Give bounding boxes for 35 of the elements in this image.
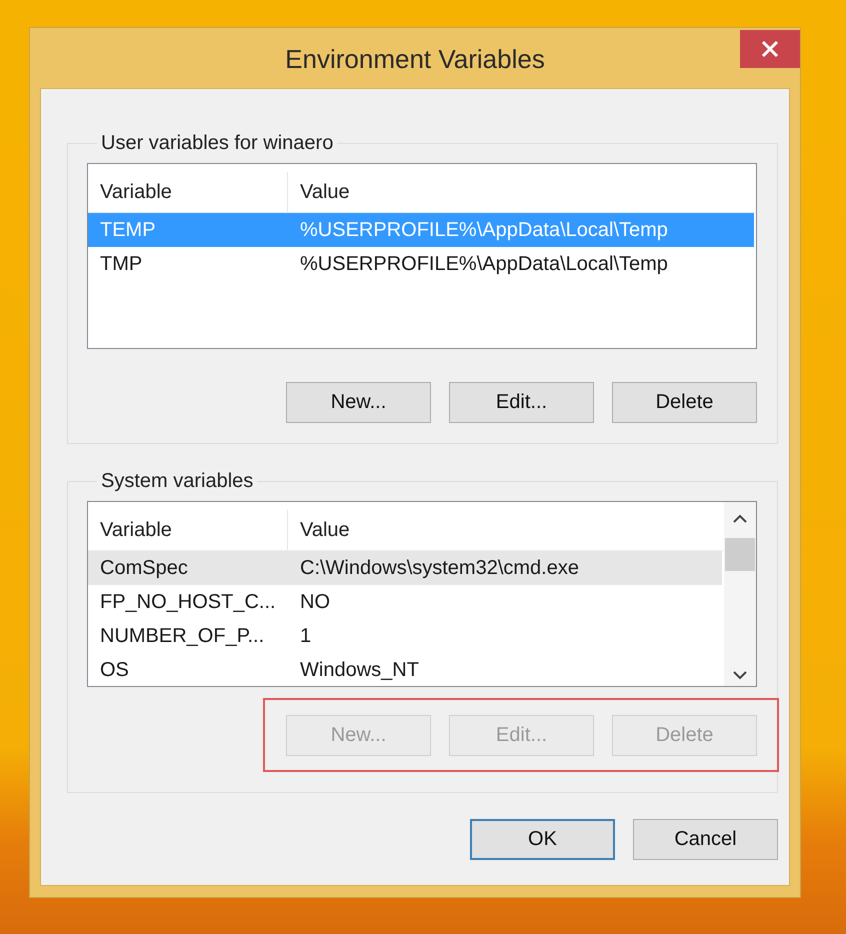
scroll-down-icon[interactable] [732, 670, 748, 680]
close-button[interactable] [740, 30, 800, 68]
variable-name: ComSpec [99, 556, 189, 580]
variable-name: TMP [99, 252, 144, 276]
action-button[interactable]: Edit... [449, 382, 594, 423]
variable-row[interactable]: OS Windows_NT [88, 653, 722, 687]
variable-name: OS [99, 658, 130, 682]
column-header[interactable]: Value [288, 510, 350, 550]
dialog-button[interactable]: Cancel [633, 819, 778, 860]
window-title: Environment Variables [285, 42, 545, 74]
variable-value: NO [299, 590, 330, 614]
dialog-button[interactable]: OK [470, 819, 615, 860]
scrollbar[interactable] [724, 502, 756, 686]
column-header[interactable]: Value [288, 172, 350, 212]
variable-name: TEMP [99, 218, 157, 242]
variable-value: 1 [299, 624, 312, 648]
variable-row[interactable]: ComSpec C:\Windows\system32\cmd.exe [88, 551, 722, 585]
group-title: User variables for winaero [100, 132, 334, 155]
variable-name: NUMBER_OF_P... [99, 624, 266, 648]
variable-row[interactable]: FP_NO_HOST_C... NO [88, 585, 722, 619]
variable-value: %USERPROFILE%\AppData\Local\Temp [299, 252, 668, 276]
scroll-up-icon[interactable] [732, 514, 748, 524]
variable-value: %USERPROFILE%\AppData\Local\Temp [299, 218, 668, 242]
variable-value: C:\Windows\system32\cmd.exe [299, 556, 579, 580]
close-icon [761, 40, 779, 58]
group-title: System variables [100, 470, 254, 493]
variable-row[interactable]: NUMBER_OF_P... 1 [88, 619, 722, 653]
scroll-thumb[interactable] [725, 538, 755, 571]
variable-name: FP_NO_HOST_C... [99, 590, 277, 614]
action-button[interactable]: Delete [612, 382, 757, 423]
action-button[interactable]: New... [286, 382, 431, 423]
column-header[interactable]: Variable [88, 172, 288, 212]
variable-row[interactable]: TMP %USERPROFILE%\AppData\Local\Temp [88, 247, 754, 281]
variable-value: Windows_NT [299, 658, 419, 682]
column-header[interactable]: Variable [88, 510, 288, 550]
